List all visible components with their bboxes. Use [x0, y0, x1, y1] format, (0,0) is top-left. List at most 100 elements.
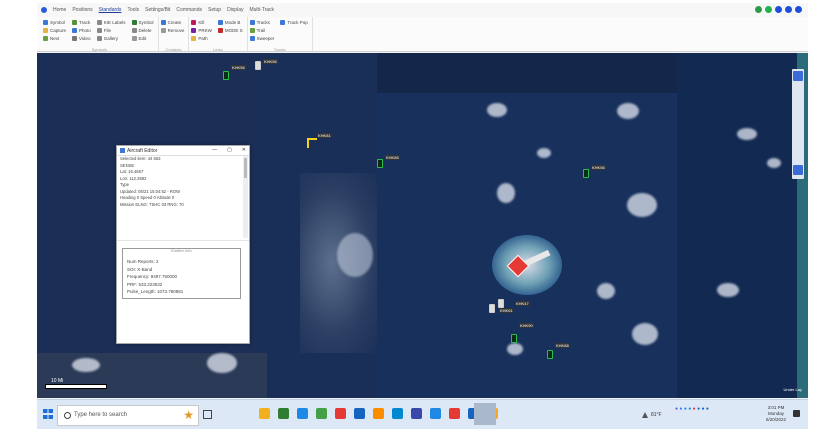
- ribbon-button-label: Sweeper: [256, 36, 275, 41]
- ribbon-button[interactable]: Create: [160, 19, 185, 26]
- ribbon-button[interactable]: Track: [72, 19, 91, 26]
- menu-setup[interactable]: Setup: [208, 7, 221, 13]
- ribbon-button[interactable]: Photo: [72, 27, 91, 34]
- tray-icons[interactable]: ● ● ●: [679, 406, 691, 412]
- ribbon-button-label: Edit: [138, 36, 147, 41]
- taskbar-app-icon[interactable]: [335, 408, 346, 419]
- tray-icons[interactable]: ● ● ●: [697, 406, 709, 412]
- menu-multi-track[interactable]: Multi-Track: [249, 7, 274, 13]
- menu-commands[interactable]: Commands: [176, 7, 202, 13]
- minimize-button[interactable]: —: [212, 147, 217, 153]
- next-icon: [43, 36, 48, 41]
- maximize-button[interactable]: ▢: [227, 147, 232, 153]
- photo-icon: [72, 28, 78, 33]
- taskbar-app-icon[interactable]: [430, 408, 441, 419]
- menu-positions[interactable]: Positions: [72, 7, 92, 13]
- track-marker[interactable]: [583, 169, 589, 178]
- close-button[interactable]: ✕: [242, 147, 246, 153]
- app-logo-icon[interactable]: [41, 7, 47, 13]
- zoom-in-button[interactable]: [793, 71, 803, 81]
- popup-scrollbar[interactable]: [243, 156, 248, 238]
- taskbar-app-icon[interactable]: [259, 408, 270, 419]
- zoom-scrollbar[interactable]: [792, 69, 804, 179]
- menu-tools[interactable]: Tools: [127, 7, 139, 13]
- ribbon-button[interactable]: Trail: [249, 27, 275, 34]
- track-marker[interactable]: [255, 61, 261, 70]
- info-line: Mission ELNG: TSHC 03 RNG: 70: [120, 201, 184, 207]
- ribbon-button[interactable]: Symbol: [131, 19, 154, 26]
- taskbar-app-icon[interactable]: [392, 408, 403, 419]
- ribbon-button[interactable]: MODE S: [217, 27, 243, 34]
- ribbon-button[interactable]: Mode B: [217, 19, 243, 26]
- track-marker[interactable]: [489, 304, 495, 313]
- track-marker[interactable]: [547, 350, 553, 359]
- ribbon-button-label: Trail: [256, 28, 266, 33]
- taskbar-app-icon[interactable]: [373, 408, 384, 419]
- taskbar-app-icon[interactable]: [354, 408, 365, 419]
- ribbon-button-label: Track: [79, 20, 91, 25]
- cloud: [632, 323, 658, 345]
- ribbon-button[interactable]: Delete: [131, 27, 154, 34]
- ribbon-button[interactable]: Video: [72, 35, 91, 42]
- scroll-thumb[interactable]: [244, 158, 247, 178]
- track-label: KHK61: [499, 308, 514, 313]
- ribbon-button[interactable]: PRKW: [191, 27, 212, 34]
- track-marker[interactable]: [498, 299, 504, 308]
- account-icon[interactable]: [775, 6, 782, 13]
- ribbon-group-label: Tracks: [273, 47, 286, 52]
- taskbar-clock[interactable]: 3:01 PM Monday 6/20/2022: [766, 405, 786, 423]
- weather-temp[interactable]: 81°F: [651, 412, 662, 418]
- window-controls: — ▢ ✕: [212, 147, 246, 153]
- taskbar-app-icon[interactable]: [411, 408, 422, 419]
- taskbar-app-icon[interactable]: [278, 408, 289, 419]
- ribbon-button[interactable]: Symbol: [43, 19, 66, 26]
- ribbon-button-label: Track Pop: [287, 20, 308, 25]
- track-info-area[interactable]: Selected item: 44 553 SENSE Lat: 16.4667…: [117, 156, 241, 234]
- cloud: [337, 233, 373, 277]
- menu-home[interactable]: Home: [53, 7, 66, 13]
- ribbon-button[interactable]: File: [96, 27, 126, 34]
- selection-bracket-icon[interactable]: [307, 138, 317, 148]
- status-green-icon[interactable]: [765, 6, 772, 13]
- settings-icon[interactable]: [785, 6, 792, 13]
- taskbar-app-icon[interactable]: [449, 408, 460, 419]
- ribbon-button[interactable]: Edit: [131, 35, 154, 42]
- task-view-icon[interactable]: [203, 410, 212, 419]
- ribbon-button[interactable]: Tracks: [249, 19, 275, 26]
- zoom-out-button[interactable]: [793, 165, 803, 175]
- ribbon-button-label: Next: [50, 36, 60, 41]
- track-marker[interactable]: [377, 159, 383, 168]
- ribbon-button[interactable]: Capture: [43, 27, 66, 34]
- menu-display[interactable]: Display: [227, 7, 243, 13]
- modes-icon: [217, 28, 223, 33]
- path-icon: [191, 36, 197, 41]
- taskbar-app-icon[interactable]: [316, 408, 327, 419]
- tray-icons[interactable]: ●: [693, 406, 696, 412]
- tracks-icon: [249, 20, 255, 25]
- ribbon-button[interactable]: Kill: [191, 19, 212, 26]
- ribbon-button[interactable]: KIE Labels: [96, 19, 126, 26]
- ribbon-button[interactable]: Sweeper: [249, 35, 275, 42]
- ribbon-button[interactable]: Track Pop: [280, 19, 308, 26]
- taskbar-app-icon[interactable]: [297, 408, 308, 419]
- popup-titlebar[interactable]: Aircraft Editor — ▢ ✕: [117, 146, 249, 156]
- ribbon-button[interactable]: Next: [43, 35, 66, 42]
- cortana-icon[interactable]: ★: [183, 408, 194, 422]
- help-icon[interactable]: [795, 6, 802, 13]
- emitter-info-title: Emitter Info: [171, 248, 192, 253]
- ribbon-button[interactable]: Gallery: [96, 35, 126, 42]
- tray-icons[interactable]: ●: [675, 406, 678, 412]
- track-marker[interactable]: [223, 71, 229, 80]
- ribbon-button[interactable]: Path: [191, 35, 212, 42]
- location-pin-icon[interactable]: [755, 6, 762, 13]
- track-label: KHK47: [515, 301, 530, 306]
- track-marker[interactable]: [511, 334, 517, 343]
- ribbon-button-label: Gallery: [103, 36, 119, 41]
- menu-settings[interactable]: Settings/Bit: [145, 7, 170, 13]
- windows-taskbar: Type here to search ★ 81°F ● ● ● ● ● ● ●…: [37, 399, 808, 429]
- ribbon-button[interactable]: Remove: [160, 27, 184, 34]
- menu-standards[interactable]: Standards: [99, 7, 122, 13]
- notification-icon[interactable]: [793, 410, 800, 417]
- windows-start-icon[interactable]: [43, 409, 53, 419]
- taskbar-search-box[interactable]: Type here to search ★: [57, 405, 199, 426]
